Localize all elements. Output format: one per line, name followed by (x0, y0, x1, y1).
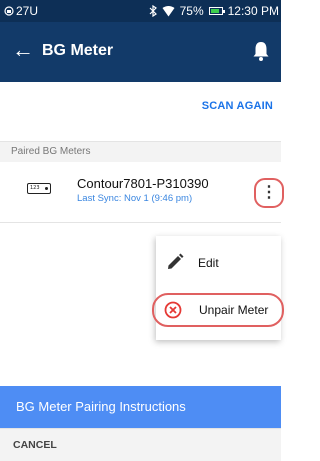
menu-item-edit-label: Edit (198, 256, 219, 270)
scan-again-button[interactable]: SCAN AGAIN (202, 100, 273, 112)
wifi-icon (162, 5, 175, 16)
sim-icon (4, 6, 14, 16)
status-bar: 27U 75% 12:30 PM (0, 0, 281, 22)
battery-level (210, 9, 219, 13)
menu-item-unpair-label: Unpair Meter (199, 303, 269, 317)
bluetooth-icon (149, 5, 157, 17)
section-header: Paired BG Meters (0, 142, 281, 162)
status-left: 27U (4, 4, 38, 18)
list-item-meter[interactable]: 123 Contour7801-P310390 Last Sync: Nov 1… (0, 162, 281, 220)
section-header-label: Paired BG Meters (11, 146, 91, 157)
meter-name: Contour7801-P310390 (77, 176, 209, 191)
divider (0, 222, 281, 223)
app-bar: ← BG Meter (0, 22, 281, 82)
status-left-text: 27U (16, 4, 39, 18)
menu-item-edit[interactable]: Edit (156, 236, 281, 288)
page-title: BG Meter (42, 42, 114, 59)
pencil-icon (168, 253, 184, 269)
more-vertical-icon: ⋮ (261, 184, 277, 201)
bell-icon[interactable] (251, 40, 271, 62)
more-options-button[interactable]: ⋮ (254, 178, 284, 208)
menu-item-unpair[interactable]: Unpair Meter (152, 293, 284, 327)
context-menu: Edit Unpair Meter (152, 236, 284, 340)
cancel-button[interactable]: CANCEL (13, 439, 57, 451)
arrow-left-icon[interactable]: ← (12, 38, 34, 62)
pairing-instructions-label: BG Meter Pairing Instructions (16, 399, 186, 414)
battery-percent: 75% (179, 4, 204, 18)
battery-icon (208, 7, 225, 15)
pairing-instructions-button[interactable]: BG Meter Pairing Instructions (0, 386, 281, 428)
meter-icon-dot (45, 187, 48, 190)
glucose-meter-icon: 123 (27, 183, 51, 194)
meter-last-sync: Last Sync: Nov 1 (9:46 pm) (77, 193, 193, 204)
circle-x-icon (164, 301, 182, 319)
status-time: 12:30 PM (227, 4, 279, 18)
meter-icon-text: 123 (30, 185, 40, 191)
status-right: 75% 12:30 PM (149, 4, 279, 18)
cancel-bar: CANCEL (0, 428, 281, 461)
